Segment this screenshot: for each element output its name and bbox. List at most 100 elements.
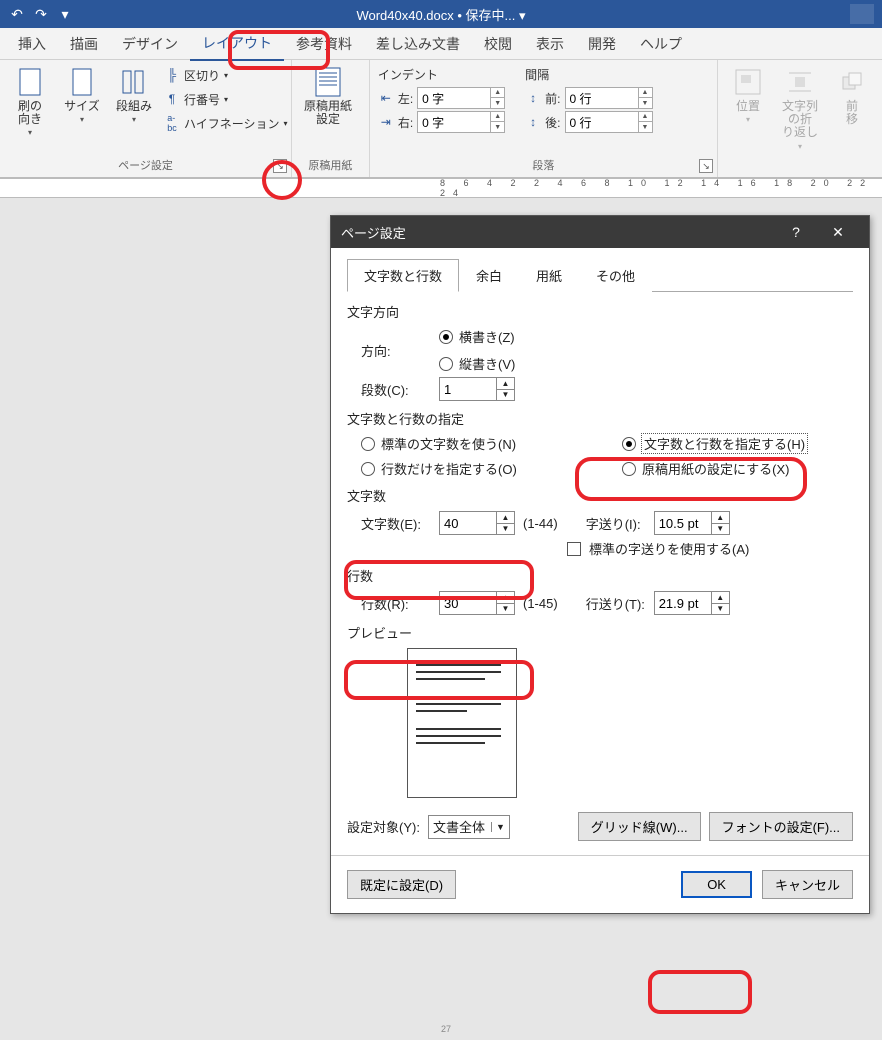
chars-input[interactable]: ▲▼	[439, 511, 515, 535]
radio-icon	[439, 357, 453, 371]
radio-manuscript[interactable]: 原稿用紙の設定にする(X)	[622, 459, 853, 478]
section-lines: 行数	[347, 566, 853, 585]
columns-label: 段数(C):	[361, 380, 431, 399]
lines-label: 行数(R):	[361, 594, 431, 613]
text-wrap-button[interactable]: 文字列の折 り返し▾	[778, 64, 822, 153]
tab-insert[interactable]: 挿入	[6, 28, 58, 60]
breaks-icon: ╠	[164, 67, 180, 83]
columns-button[interactable]: 段組み▾	[112, 64, 156, 126]
font-settings-button[interactable]: フォントの設定(F)...	[709, 812, 853, 841]
group-page-setup-label: ページ設定	[8, 157, 283, 175]
page-setup-launcher[interactable]: ↘	[273, 159, 287, 173]
gridlines-button[interactable]: グリッド線(W)...	[578, 812, 701, 841]
group-manuscript: 原稿用紙 設定 原稿用紙	[292, 60, 370, 177]
columns-input[interactable]: ▲▼	[439, 377, 515, 401]
size-button[interactable]: サイズ▾	[60, 64, 104, 126]
radio-icon	[361, 462, 375, 476]
indent-label: インデント	[378, 66, 505, 83]
redo-icon[interactable]: ↷	[32, 5, 50, 23]
front-icon	[836, 66, 868, 98]
indent-right-icon: ⇥	[378, 114, 394, 130]
spacing-before-icon: ↕	[525, 90, 541, 106]
radio-icon	[439, 330, 453, 344]
radio-lines-only[interactable]: 行数だけを指定する(O)	[361, 459, 592, 478]
group-arrange: 位置▾ 文字列の折 り返し▾ 前 移	[718, 60, 882, 177]
radio-icon	[361, 437, 375, 451]
document-title: Word40x40.docx • 保存中... ▾	[0, 5, 882, 24]
apply-to-select[interactable]: 文書全体▼	[428, 815, 510, 839]
hyphenation-icon: a-bc	[164, 115, 180, 131]
dialog-tab-chars-lines[interactable]: 文字数と行数	[347, 259, 459, 292]
group-paragraph-label: 段落	[378, 157, 709, 175]
dialog-titlebar[interactable]: ページ設定 ? ✕	[331, 216, 869, 248]
cancel-button[interactable]: キャンセル	[762, 870, 853, 899]
spacing-label: 間隔	[525, 66, 652, 83]
section-chars-lines-spec: 文字数と行数の指定	[347, 409, 853, 428]
line-numbers-button[interactable]: ¶行番号 ▾	[164, 88, 288, 110]
char-pitch-label: 字送り(I):	[586, 514, 646, 533]
ruler: 8 6 4 2 2 4 6 8 10 12 14 16 18 20 22 24	[0, 178, 882, 198]
wrap-icon	[784, 66, 816, 98]
indent-right-input[interactable]: ▲▼	[417, 111, 505, 133]
indent-left-input[interactable]: ▲▼	[417, 87, 505, 109]
radio-horizontal[interactable]: 横書き(Z)	[439, 327, 515, 346]
radio-specify-chars-lines[interactable]: 文字数と行数を指定する(H)	[622, 434, 853, 453]
close-button[interactable]: ✕	[817, 224, 859, 241]
page-setup-dialog: ページ設定 ? ✕ 文字数と行数 余白 用紙 その他 文字方向 方向: 横書き(…	[330, 215, 870, 914]
radio-icon	[622, 462, 636, 476]
tab-references[interactable]: 参考資料	[284, 28, 364, 60]
page-number-label: 27	[441, 1024, 451, 1034]
tab-review[interactable]: 校閲	[472, 28, 524, 60]
lines-input[interactable]: ▲▼	[439, 591, 515, 615]
spacing-before-row: ↕ 前: ▲▼	[525, 87, 652, 109]
set-default-button[interactable]: 既定に設定(D)	[347, 870, 456, 899]
preview-label: プレビュー	[347, 623, 853, 642]
section-text-direction: 文字方向	[347, 302, 853, 321]
account-icon[interactable]	[850, 4, 874, 24]
dialog-title: ページ設定	[341, 223, 406, 242]
radio-vertical[interactable]: 縦書き(V)	[439, 354, 515, 373]
spacing-before-input[interactable]: ▲▼	[565, 87, 653, 109]
qat-more-icon[interactable]: ▾	[56, 5, 74, 23]
tab-developer[interactable]: 開発	[576, 28, 628, 60]
chars-range: (1-44)	[523, 516, 558, 531]
tab-draw[interactable]: 描画	[58, 28, 110, 60]
group-page-setup: 刷の向き▾ サイズ▾ 段組み▾ ╠区切り ▾ ¶行番号 ▾ a-bcハイフネーシ…	[0, 60, 292, 177]
bring-forward-button[interactable]: 前 移	[830, 64, 874, 128]
hyphenation-button[interactable]: a-bcハイフネーション ▾	[164, 112, 288, 134]
help-button[interactable]: ?	[775, 224, 817, 240]
orientation-button[interactable]: 刷の向き▾	[8, 64, 52, 139]
chars-label: 文字数(E):	[361, 514, 431, 533]
dialog-tab-paper[interactable]: 用紙	[519, 259, 579, 292]
dialog-tab-margins[interactable]: 余白	[459, 259, 519, 292]
use-standard-pitch-checkbox[interactable]	[567, 542, 581, 556]
undo-icon[interactable]: ↶	[8, 5, 26, 23]
indent-left-row: ⇤ 左: ▲▼	[378, 87, 505, 109]
indent-left-icon: ⇤	[378, 90, 394, 106]
group-manuscript-label: 原稿用紙	[300, 157, 361, 175]
paragraph-launcher[interactable]: ↘	[699, 159, 713, 173]
position-button[interactable]: 位置▾	[726, 64, 770, 126]
title-bar: ↶ ↷ ▾ Word40x40.docx • 保存中... ▾	[0, 0, 882, 28]
indent-right-row: ⇥ 右: ▲▼	[378, 111, 505, 133]
spacing-after-input[interactable]: ▲▼	[565, 111, 653, 133]
tab-design[interactable]: デザイン	[110, 28, 190, 60]
tab-help[interactable]: ヘルプ	[628, 28, 694, 60]
line-pitch-input[interactable]: ▲▼	[654, 591, 730, 615]
group-paragraph: インデント ⇤ 左: ▲▼ ⇥ 右: ▲▼ 間隔 ↕ 前: ▲▼	[370, 60, 718, 177]
dialog-tab-other[interactable]: その他	[579, 259, 652, 292]
preview-box	[407, 648, 517, 798]
direction-label: 方向:	[361, 341, 431, 360]
spacing-after-row: ↕ 後: ▲▼	[525, 111, 652, 133]
breaks-button[interactable]: ╠区切り ▾	[164, 64, 288, 86]
tab-mailings[interactable]: 差し込み文書	[364, 28, 472, 60]
tab-layout[interactable]: レイアウト	[190, 27, 284, 61]
ribbon-tabs: 挿入 描画 デザイン レイアウト 参考資料 差し込み文書 校閲 表示 開発 ヘル…	[0, 28, 882, 60]
ok-button[interactable]: OK	[681, 871, 752, 898]
manuscript-icon	[312, 66, 344, 98]
char-pitch-input[interactable]: ▲▼	[654, 511, 730, 535]
manuscript-paper-button[interactable]: 原稿用紙 設定	[300, 64, 356, 128]
tab-view[interactable]: 表示	[524, 28, 576, 60]
dialog-tabs: 文字数と行数 余白 用紙 その他	[347, 258, 853, 292]
radio-standard-chars[interactable]: 標準の文字数を使う(N)	[361, 434, 592, 453]
